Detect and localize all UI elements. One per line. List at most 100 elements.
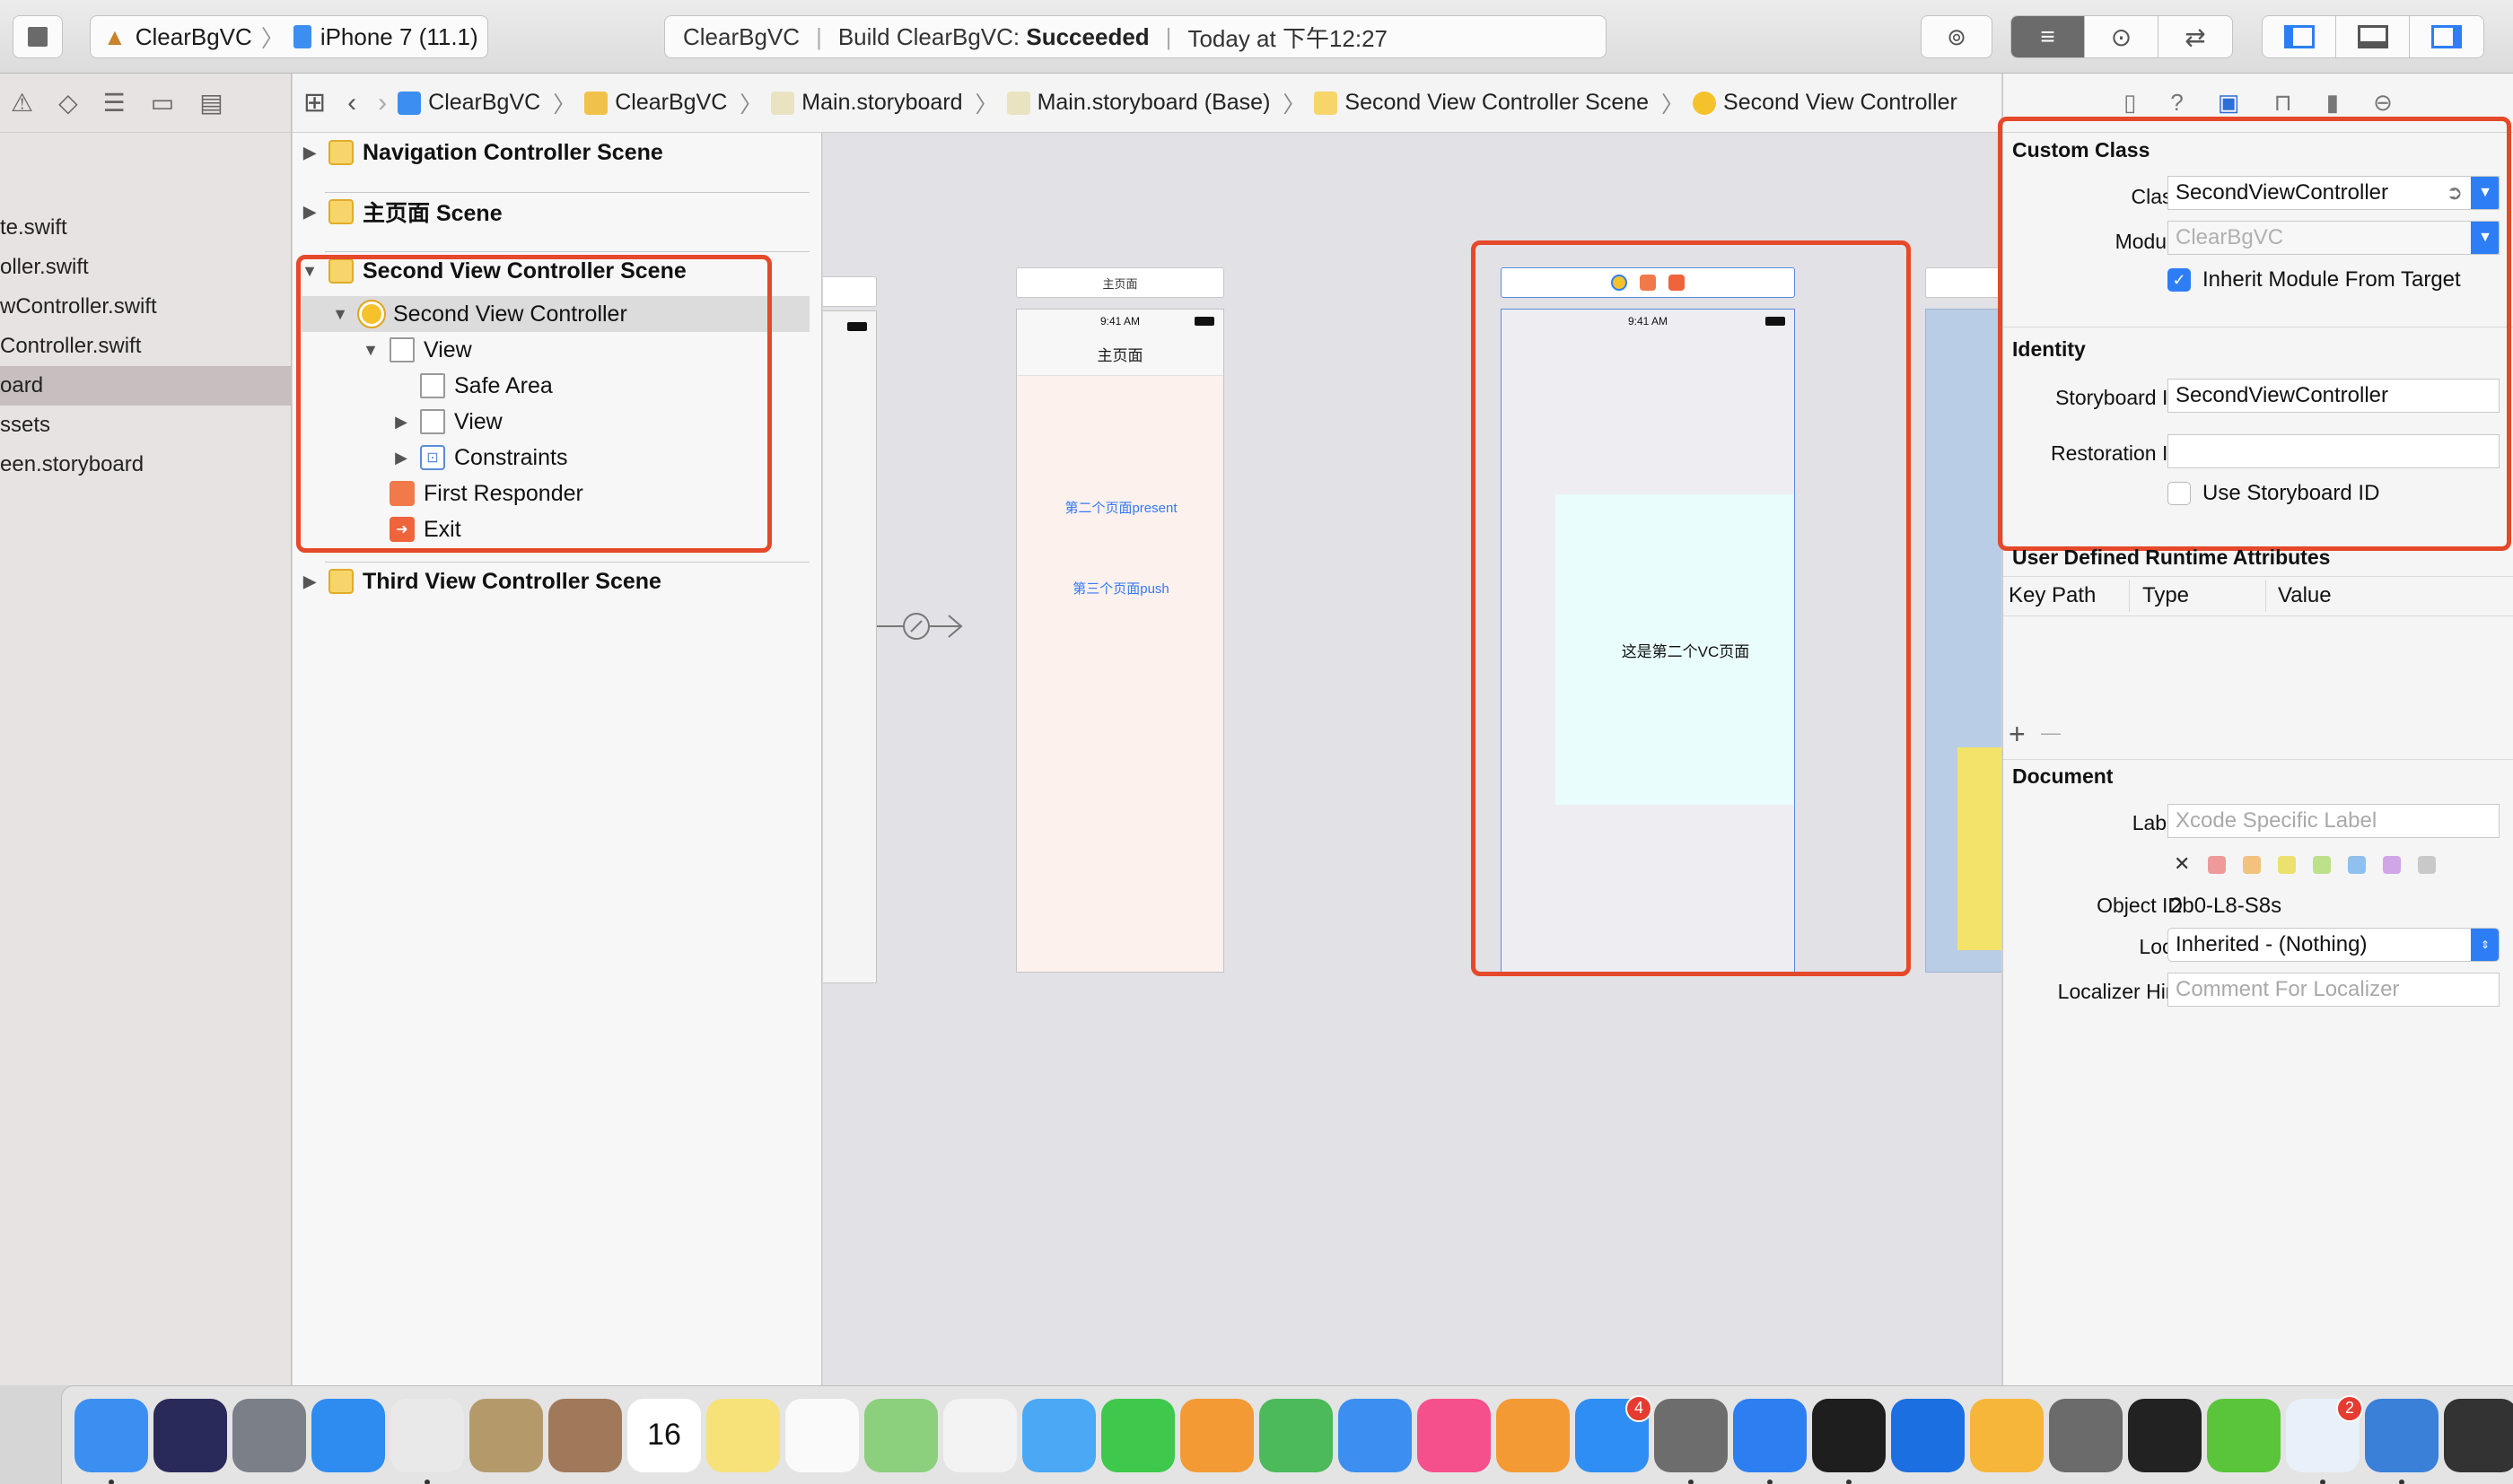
system-preferences-icon[interactable] — [1654, 1398, 1728, 1484]
navigator-file-item[interactable]: oller.swift — [0, 248, 292, 287]
app-store-icon[interactable]: 4 — [1575, 1394, 1652, 1472]
photos-icon[interactable] — [943, 1398, 1017, 1472]
navigator-file-item[interactable]: oard — [0, 366, 292, 406]
finder-icon[interactable] — [74, 1398, 148, 1484]
navigator-file-item[interactable]: ssets — [0, 406, 292, 445]
assistant-editor-button[interactable]: ⊙ — [2085, 16, 2158, 57]
numbers-icon[interactable] — [1259, 1398, 1333, 1472]
reminders-icon[interactable] — [785, 1398, 859, 1472]
breakpoints-toggle-button[interactable]: ⊚ — [1921, 15, 1992, 58]
notes-icon[interactable] — [706, 1398, 780, 1472]
forward-chevron-icon[interactable]: › — [378, 88, 387, 118]
nav-scene-dock[interactable] — [823, 276, 877, 307]
connections-inspector-icon[interactable]: ⊖ — [2373, 89, 2393, 117]
sketch-icon[interactable] — [1970, 1398, 2044, 1472]
phone-device-icon[interactable] — [2444, 1398, 2513, 1472]
remove-attribute-button[interactable]: — — [2041, 721, 2061, 745]
label-color-swatch[interactable] — [2418, 856, 2436, 874]
label-color-swatch[interactable] — [2383, 856, 2401, 874]
third-vc-preview[interactable] — [1925, 309, 2001, 973]
disclosure-right-icon[interactable]: ▶ — [300, 144, 320, 162]
keynote-icon[interactable] — [1338, 1398, 1412, 1472]
label-color-swatch[interactable] — [2243, 856, 2261, 874]
col-type[interactable]: Type — [2142, 583, 2189, 608]
stop-button[interactable] — [13, 15, 63, 58]
doc-label-field[interactable]: Xcode Specific Label — [2167, 804, 2500, 838]
file-inspector-icon[interactable]: ▯ — [2123, 89, 2136, 117]
label-color-swatch[interactable] — [2278, 856, 2296, 874]
present-link-button[interactable]: 第二个页面present — [1017, 498, 1223, 517]
label-color-swatch[interactable] — [2348, 856, 2366, 874]
breadcrumb-item[interactable]: ClearBgVC 〉 — [584, 87, 771, 119]
debug-icon[interactable]: ☰ — [103, 88, 126, 118]
standard-editor-button[interactable]: ≡ — [2011, 16, 2085, 57]
label-color-swatch[interactable] — [2208, 856, 2226, 874]
navigator-file-item[interactable]: Controller.swift — [0, 327, 292, 366]
back-chevron-icon[interactable]: ‹ — [347, 88, 356, 118]
breadcrumb-item[interactable]: ClearBgVC 〉 — [398, 87, 584, 119]
maps-icon[interactable] — [864, 1398, 938, 1472]
navigator-file-item[interactable]: een.storyboard — [0, 445, 292, 484]
add-attribute-button[interactable]: + — [2009, 718, 2026, 751]
nav-controller-preview[interactable] — [823, 310, 877, 983]
identity-inspector-icon[interactable]: ▣ — [2218, 89, 2240, 117]
outline-nav-scene[interactable]: ▶ Navigation Controller Scene — [300, 135, 663, 170]
lock-popup[interactable]: Inherited - (Nothing) ⇕ — [2167, 928, 2500, 962]
contacts-icon[interactable] — [548, 1398, 622, 1472]
toggle-inspector-button[interactable] — [2410, 16, 2483, 57]
siri-icon[interactable] — [153, 1398, 227, 1472]
ibooks-icon[interactable] — [1496, 1398, 1570, 1472]
pages-icon[interactable] — [1180, 1398, 1254, 1472]
related-items-icon[interactable]: ⊞ — [303, 87, 326, 118]
launchpad-icon[interactable] — [232, 1398, 306, 1472]
messages-icon[interactable] — [1022, 1398, 1096, 1472]
warning-icon[interactable]: ⚠ — [11, 88, 33, 118]
breadcrumb-item[interactable]: Second View Controller — [1693, 90, 1957, 116]
breadcrumb-item[interactable]: Main.storyboard 〉 — [771, 87, 1006, 119]
breadcrumb-item[interactable]: Main.storyboard (Base) 〉 — [1006, 87, 1315, 119]
location-app-icon[interactable] — [1891, 1398, 1965, 1472]
safari-icon[interactable] — [311, 1398, 385, 1472]
size-inspector-icon[interactable]: ▮ — [2326, 89, 2339, 117]
storyboard-canvas[interactable]: 主页面 9:41 AM 主页面 第二个页面present 第三个页面push 9… — [823, 133, 2001, 1385]
chrome-icon[interactable] — [390, 1398, 464, 1484]
toggle-navigator-button[interactable] — [2263, 16, 2336, 57]
xcode-icon[interactable] — [1733, 1398, 1807, 1484]
breakpoint-nav-icon[interactable]: ▭ — [151, 88, 174, 118]
breadcrumb-item[interactable]: Second View Controller Scene 〉 — [1314, 87, 1693, 119]
help-icon[interactable]: ? — [2170, 89, 2183, 117]
mail-bird-icon[interactable] — [469, 1398, 543, 1472]
segue-arrow[interactable] — [877, 608, 967, 644]
facetime-icon[interactable] — [1101, 1398, 1175, 1472]
simulator-icon[interactable] — [2365, 1398, 2439, 1484]
localizer-hint-field[interactable]: Comment For Localizer — [2167, 973, 2500, 1007]
qq-icon[interactable] — [2128, 1398, 2202, 1472]
toggle-debug-area-button[interactable] — [2336, 16, 2410, 57]
test-icon[interactable]: ◇ — [58, 88, 78, 118]
itunes-icon[interactable] — [1417, 1398, 1491, 1472]
disclosure-right-icon[interactable]: ▶ — [300, 572, 320, 591]
col-value[interactable]: Value — [2278, 583, 2332, 608]
version-editor-button[interactable]: ⇄ — [2158, 16, 2232, 57]
outline-third-scene[interactable]: ▶ Third View Controller Scene — [300, 563, 661, 599]
navigator-file-item[interactable]: te.swift — [0, 208, 292, 248]
calendar-icon[interactable]: 16 — [627, 1398, 701, 1472]
report-icon[interactable]: ▤ — [199, 88, 223, 118]
disclosure-right-icon[interactable]: ▶ — [300, 203, 320, 222]
calculator-icon[interactable] — [2049, 1398, 2123, 1472]
updown-chevron-icon[interactable]: ⇕ — [2471, 929, 2499, 961]
main-page-preview[interactable]: 9:41 AM 主页面 第二个页面present 第三个页面push — [1016, 309, 1224, 973]
scheme-selector[interactable]: ▲ ClearBgVC 〉 iPhone 7 (11.1) — [90, 15, 488, 58]
attributes-inspector-icon[interactable]: ⊓ — [2273, 89, 2291, 117]
label-color-swatch[interactable] — [2313, 856, 2331, 874]
task-icon[interactable]: 2 — [2286, 1394, 2363, 1484]
col-key-path[interactable]: Key Path — [2009, 583, 2096, 608]
terminal-icon[interactable] — [1812, 1398, 1886, 1484]
third-scene-dock[interactable] — [1925, 267, 2001, 298]
main-scene-dock[interactable]: 主页面 — [1016, 267, 1224, 298]
wechat-icon[interactable] — [2207, 1398, 2281, 1472]
clear-label-color-icon[interactable]: ✕ — [2174, 852, 2190, 876]
push-link-button[interactable]: 第三个页面push — [1017, 579, 1223, 598]
outline-main-scene[interactable]: ▶ 主页面 Scene — [300, 194, 503, 230]
navigator-file-item[interactable]: wController.swift — [0, 287, 292, 327]
